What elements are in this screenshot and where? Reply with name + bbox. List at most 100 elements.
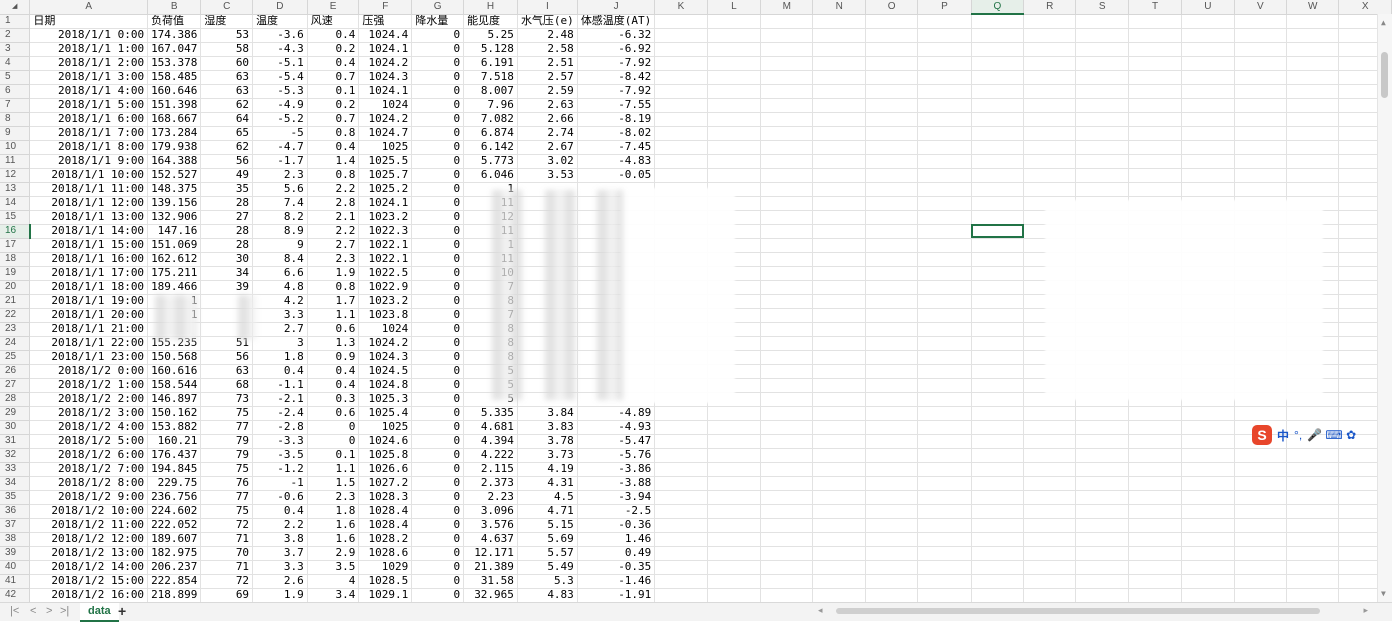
cell-G29[interactable]: 0 [411,406,465,421]
cell-H9[interactable]: 6.874 [463,126,518,141]
cell-B13[interactable]: 148.375 [147,182,202,197]
cell-C8[interactable]: 64 [200,112,254,127]
cell-P38[interactable] [917,532,972,547]
cell-B4[interactable]: 153.378 [147,56,202,71]
cell-G32[interactable]: 0 [411,448,465,463]
cell-F13[interactable]: 1025.2 [358,182,413,197]
cell-O37[interactable] [865,518,919,533]
cell-D23[interactable]: 2.7 [252,322,308,337]
cell-N25[interactable] [812,350,866,365]
cell-S5[interactable] [1075,70,1129,85]
cell-E41[interactable]: 4 [307,574,360,589]
cell-Q39[interactable] [971,546,1025,561]
cell-Q21[interactable] [971,294,1025,309]
cell-C41[interactable]: 72 [200,574,254,589]
cell-E3[interactable]: 0.2 [307,42,360,57]
cell-E26[interactable]: 0.4 [307,364,360,379]
cell-E32[interactable]: 0.1 [307,448,360,463]
cell-N11[interactable] [812,154,866,169]
cell-V13[interactable] [1234,182,1287,197]
cell-P21[interactable] [917,294,972,309]
cell-I42[interactable]: 4.83 [517,588,578,602]
cell-U7[interactable] [1181,98,1235,113]
cell-B18[interactable]: 162.612 [147,252,202,267]
cell-S37[interactable] [1075,518,1129,533]
row-header-26[interactable]: 26 [0,364,31,379]
cell-B25[interactable]: 150.568 [147,350,202,365]
row-header-24[interactable]: 24 [0,336,31,351]
row-header-8[interactable]: 8 [0,112,31,127]
cell-S7[interactable] [1075,98,1129,113]
cell-G27[interactable]: 0 [411,378,465,393]
cell-Q42[interactable] [971,588,1025,602]
cell-F12[interactable]: 1025.7 [358,168,413,183]
cell-T3[interactable] [1128,42,1183,57]
cell-K10[interactable] [654,140,708,155]
cell-E15[interactable]: 2.1 [307,210,360,225]
cell-H12[interactable]: 6.046 [463,168,518,183]
cell-G21[interactable]: 0 [411,294,465,309]
cell-E16[interactable]: 2.2 [307,224,360,239]
cell-R12[interactable] [1023,168,1077,183]
cell-F36[interactable]: 1028.4 [358,504,413,519]
cell-K40[interactable] [654,560,708,575]
cell-G1[interactable]: 降水量 [411,14,465,29]
row-header-22[interactable]: 22 [0,308,31,323]
cell-N9[interactable] [812,126,866,141]
cell-R7[interactable] [1023,98,1077,113]
cell-A21[interactable]: 2018/1/1 19:00 [29,294,149,309]
cell-S29[interactable] [1075,406,1129,421]
cell-D39[interactable]: 3.7 [252,546,308,561]
cell-A28[interactable]: 2018/1/2 2:00 [29,392,149,407]
cell-R38[interactable] [1023,532,1077,547]
cell-A6[interactable]: 2018/1/1 4:00 [29,84,149,99]
vertical-scroll-thumb[interactable] [1381,52,1388,98]
cell-E9[interactable]: 0.8 [307,126,360,141]
ime-punctuation-toggle[interactable]: °, [1294,428,1302,442]
cell-S31[interactable] [1075,434,1129,449]
cell-P39[interactable] [917,546,972,561]
cell-B10[interactable]: 179.938 [147,140,202,155]
cell-F30[interactable]: 1025 [358,420,413,435]
sheet-tab-data[interactable]: data [80,603,119,622]
cell-P19[interactable] [917,266,972,281]
cell-T31[interactable] [1128,434,1183,449]
prev-sheet-icon[interactable]: < [30,605,36,617]
cell-N40[interactable] [812,560,866,575]
cell-N29[interactable] [812,406,866,421]
cell-O8[interactable] [865,112,919,127]
cell-V36[interactable] [1234,504,1287,519]
cell-A2[interactable]: 2018/1/1 0:00 [29,28,149,43]
cell-M2[interactable] [760,28,814,43]
cell-M24[interactable] [760,336,814,351]
cell-M35[interactable] [760,490,814,505]
cell-O27[interactable] [865,378,919,393]
cell-A37[interactable]: 2018/1/2 11:00 [29,518,149,533]
cell-S34[interactable] [1075,476,1129,491]
cell-V11[interactable] [1234,154,1287,169]
cell-T4[interactable] [1128,56,1183,71]
cell-H1[interactable]: 能见度 [463,14,518,29]
cell-A1[interactable]: 日期 [29,14,149,29]
cell-B7[interactable]: 151.398 [147,98,202,113]
cell-Q25[interactable] [971,350,1025,365]
cell-K33[interactable] [654,462,708,477]
cell-C13[interactable]: 35 [200,182,254,197]
cell-K7[interactable] [654,98,708,113]
cell-W13[interactable] [1286,182,1340,197]
cell-M38[interactable] [760,532,814,547]
cell-F1[interactable]: 压强 [358,14,413,29]
cell-V35[interactable] [1234,490,1287,505]
cell-G13[interactable]: 0 [411,182,465,197]
cell-R3[interactable] [1023,42,1077,57]
cell-M33[interactable] [760,462,814,477]
cell-M28[interactable] [760,392,814,407]
cell-I35[interactable]: 4.5 [517,490,578,505]
cell-A8[interactable]: 2018/1/1 6:00 [29,112,149,127]
cell-S38[interactable] [1075,532,1129,547]
cell-K12[interactable] [654,168,708,183]
cell-S41[interactable] [1075,574,1129,589]
cell-H4[interactable]: 6.191 [463,56,518,71]
cell-F20[interactable]: 1022.9 [358,280,413,295]
cell-E29[interactable]: 0.6 [307,406,360,421]
